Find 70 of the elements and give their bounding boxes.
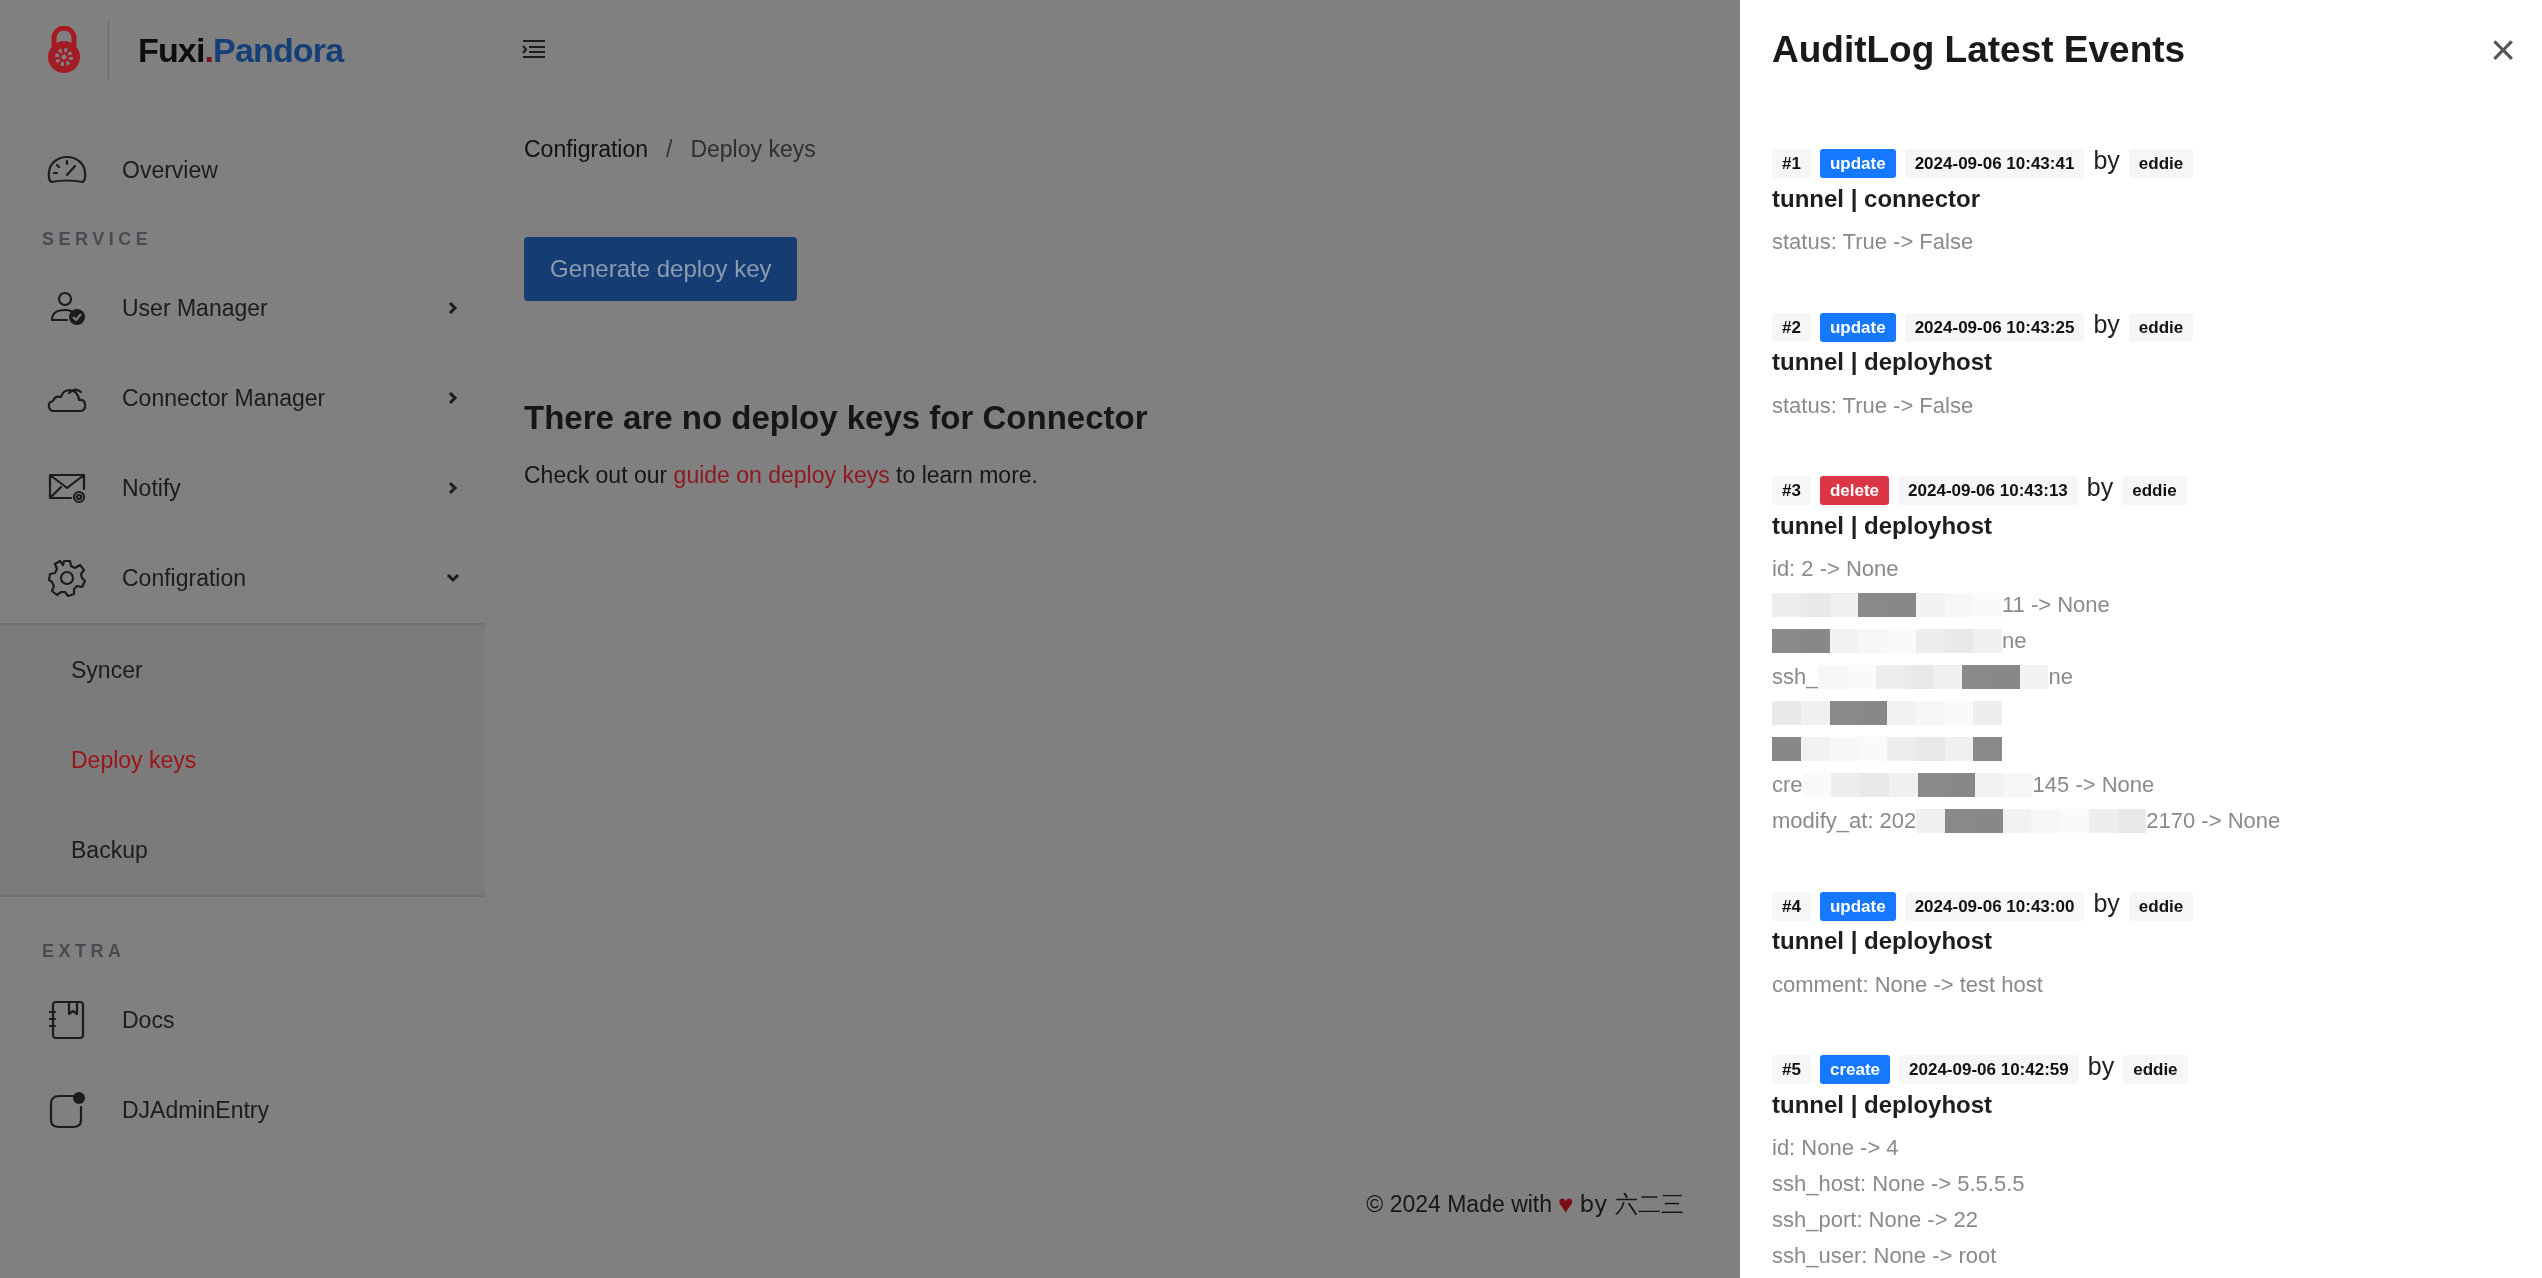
event-target: tunnel | deployhost — [1772, 510, 1994, 541]
sidebar-item[interactable]: Notify — [0, 443, 485, 533]
change-text: 11 -> None — [2002, 591, 2110, 619]
breadcrumb-separator: / — [666, 135, 673, 164]
event-user: eddie — [2128, 312, 2194, 342]
action-tag: update — [1819, 149, 1896, 179]
event-number: #1 — [1772, 149, 1811, 179]
footer-text: by 六二三 — [1579, 1190, 1684, 1220]
breadcrumb-current: Deploy keys — [690, 135, 816, 164]
event-user: eddie — [2122, 476, 2187, 506]
change-text: id: None -> 4 — [1772, 1134, 1899, 1162]
event-timestamp: 2024-09-06 10:43:25 — [1904, 312, 2085, 342]
event-user: eddie — [2128, 149, 2194, 179]
change-text: ssh_host: None -> 5.5.5.5 — [1772, 1170, 2025, 1198]
change-text: modify_at: 202 — [1772, 807, 1917, 835]
event-target: tunnel | deployhost — [1772, 347, 1994, 377]
generate-button[interactable]: Generate deploy key — [524, 236, 798, 301]
sidebar-item[interactable]: Connector Manager — [0, 353, 485, 443]
change-text: comment: None -> test host — [1772, 970, 2043, 999]
action-tag: update — [1819, 891, 1896, 921]
by-label: by — [2093, 887, 2120, 919]
heart-icon: ♥ — [1558, 1185, 1574, 1224]
change-text: id: 2 -> None — [1772, 555, 1899, 583]
change-text: 145 -> None — [2032, 771, 2155, 799]
action-tag: create — [1819, 1055, 1891, 1085]
event-target: tunnel | deployhost — [1772, 1089, 1994, 1120]
empty-state-text: Check out our guide on deploy keys to learn more. — [524, 461, 1039, 490]
footer-text: © 2024 Made with — [1366, 1190, 1553, 1220]
event-number: #4 — [1772, 891, 1811, 921]
action-tag: delete — [1819, 476, 1890, 506]
drawer-title: AuditLog Latest Events — [1772, 28, 2186, 73]
event-number: #5 — [1772, 1055, 1811, 1085]
event-timestamp: 2024-09-06 10:43:13 — [1898, 476, 2078, 506]
breadcrumb-link[interactable]: Configration — [524, 132, 649, 167]
sidebar-item[interactable]: Docs — [0, 975, 485, 1065]
by-label: by — [2086, 472, 2114, 503]
event-timestamp: 2024-09-06 10:42:59 — [1899, 1055, 2079, 1085]
change-text: ssh_user: None -> root — [1772, 1242, 1997, 1270]
change-text: ne — [2002, 627, 2027, 655]
event-number: #3 — [1772, 476, 1811, 506]
event-user: eddie — [2128, 891, 2194, 921]
sidebar-item[interactable]: Configration — [0, 533, 485, 623]
event-user: eddie — [2123, 1055, 2188, 1085]
sidebar-item[interactable]: Overview — [0, 125, 485, 215]
submenu-item[interactable]: Syncer — [0, 625, 485, 715]
event-target: tunnel | deployhost — [1772, 926, 1994, 956]
brand-name: Fuxi.Pandora — [138, 29, 344, 71]
change-text: ssh_port: None -> 22 — [1772, 1206, 1979, 1234]
change-text: status: True -> False — [1772, 228, 1974, 256]
settings-icon — [46, 557, 88, 599]
sidebar-item[interactable]: DJAdminEntry — [0, 1065, 485, 1155]
close-button[interactable]: × — [2490, 28, 2516, 72]
empty-state-heading: There are no deploy keys for Connector — [524, 397, 1149, 438]
event-timestamp: 2024-09-06 10:43:00 — [1904, 891, 2085, 921]
change-text: status: True -> False — [1772, 391, 1974, 420]
event-timestamp: 2024-09-06 10:43:41 — [1904, 149, 2085, 179]
change-text: ssh_ — [1772, 663, 1819, 691]
guide-link[interactable]: guide on deploy keys — [673, 462, 890, 488]
by-label: by — [2087, 1051, 2115, 1082]
padlock-logo-icon — [46, 26, 82, 74]
by-label: by — [2093, 308, 2120, 340]
change-text: 2170 -> None — [2146, 807, 2281, 835]
submenu-item[interactable]: Backup — [0, 805, 485, 895]
event-target: tunnel | connector — [1772, 183, 1982, 214]
by-label: by — [2093, 145, 2120, 176]
change-text: ne — [2048, 663, 2073, 691]
event-number: #2 — [1772, 312, 1811, 342]
action-tag: update — [1819, 312, 1896, 342]
sidebar-item[interactable]: User Manager — [0, 263, 485, 353]
change-text: cre — [1772, 771, 1803, 799]
